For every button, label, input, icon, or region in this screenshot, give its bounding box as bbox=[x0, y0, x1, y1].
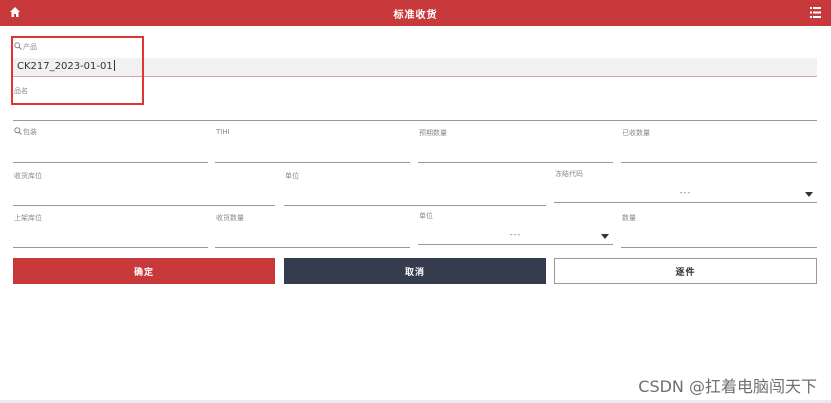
putaway-location-label: 上架库位 bbox=[14, 214, 42, 222]
search-icon[interactable] bbox=[14, 42, 22, 50]
chevron-down-icon bbox=[601, 234, 609, 239]
package-label: 包装 bbox=[14, 127, 37, 137]
cancel-button[interactable]: 取消 bbox=[284, 258, 546, 284]
package-input[interactable] bbox=[13, 146, 208, 163]
receiving-qty-label: 收货数量 bbox=[216, 214, 244, 222]
watermark: CSDN @扛着电脑闯天下 bbox=[638, 377, 817, 396]
receiving-qty-input[interactable] bbox=[215, 231, 410, 248]
quantity-label: 数量 bbox=[622, 214, 636, 222]
unit2-label: 单位 bbox=[419, 212, 433, 220]
tihi-input[interactable] bbox=[215, 146, 410, 163]
page-title: 标准收货 bbox=[393, 10, 438, 21]
unit-label: 单位 bbox=[285, 172, 299, 180]
freeze-code-label: 冻结代码 bbox=[555, 170, 583, 178]
search-icon[interactable] bbox=[14, 127, 22, 135]
unit-input[interactable] bbox=[284, 189, 546, 206]
expected-qty-input[interactable] bbox=[418, 146, 613, 163]
chevron-down-icon bbox=[805, 192, 813, 197]
tihi-label: TIHI bbox=[216, 128, 230, 136]
received-qty-input[interactable] bbox=[621, 146, 817, 163]
text-caret bbox=[113, 60, 115, 71]
receiving-location-input[interactable] bbox=[13, 189, 275, 206]
received-qty-label: 已收数量 bbox=[622, 129, 650, 137]
product-input[interactable]: CK217_2023-01-01 bbox=[13, 58, 817, 77]
confirm-button[interactable]: 确定 bbox=[13, 258, 275, 284]
name-input[interactable] bbox=[13, 104, 817, 121]
product-label: 产品 bbox=[14, 42, 37, 52]
expected-qty-label: 预期数量 bbox=[419, 129, 447, 137]
freeze-code-select[interactable]: --- bbox=[554, 186, 817, 203]
quantity-input[interactable] bbox=[621, 231, 817, 248]
top-bar: 标准收货 bbox=[0, 0, 831, 26]
receiving-location-label: 收货库位 bbox=[14, 172, 42, 180]
menu-icon[interactable] bbox=[810, 7, 821, 18]
unit2-select[interactable]: --- bbox=[418, 228, 613, 245]
putaway-location-input[interactable] bbox=[13, 231, 208, 248]
single-piece-button[interactable]: 逐件 bbox=[554, 258, 817, 284]
name-label: 品名 bbox=[14, 87, 28, 95]
